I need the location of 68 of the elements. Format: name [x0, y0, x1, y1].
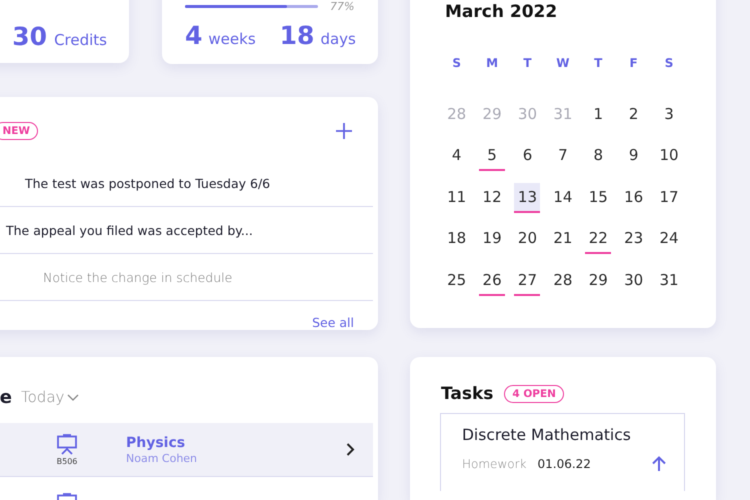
credits-unit: Credits — [54, 31, 107, 49]
notification-text[interactable]: The test was postponed to Tuesday 6/6 — [25, 176, 270, 191]
days-value: 18 — [280, 21, 314, 50]
calendar-day[interactable]: 19 — [479, 224, 506, 254]
calendar-day[interactable]: 28 — [550, 266, 576, 296]
calendar-day[interactable]: 4 — [444, 141, 470, 172]
calendar-day[interactable]: 30 — [620, 266, 647, 296]
teacher-name: Noam Cohen — [126, 452, 198, 465]
weekday-label: T — [522, 55, 533, 72]
calendar-day[interactable]: 11 — [444, 182, 470, 213]
calendar-day[interactable]: 3 — [656, 100, 682, 130]
calendar-day[interactable]: 12 — [479, 182, 506, 213]
calendar-day[interactable]: 27 — [514, 266, 540, 296]
notification-text[interactable]: Notice the change in schedule — [43, 270, 232, 285]
calendar-day[interactable]: 2 — [620, 100, 647, 130]
weekday-label: S — [451, 55, 462, 72]
chevron-down-icon — [67, 394, 80, 401]
weekday-label: W — [555, 55, 570, 72]
tasks-title: Tasks — [441, 384, 494, 404]
calendar-day[interactable]: 6 — [514, 141, 540, 172]
calendar-day[interactable]: 1 — [585, 100, 612, 130]
calendar-day[interactable]: 26 — [479, 266, 506, 296]
calendar-day[interactable]: 24 — [656, 224, 682, 254]
calendar-day[interactable]: 13 — [514, 182, 540, 213]
weekday-label: F — [628, 55, 639, 72]
progress-percent: 77% — [330, 0, 354, 13]
calendar-day[interactable]: 8 — [585, 141, 612, 172]
calendar-day[interactable]: 25 — [444, 266, 470, 296]
lesson-row[interactable]: B506 Physics Noam Cohen — [0, 423, 373, 478]
see-all-link[interactable]: See all — [312, 315, 354, 330]
day-dropdown[interactable]: Today — [21, 388, 80, 406]
weekday-label: T — [593, 55, 604, 72]
calendar-day[interactable]: 20 — [514, 224, 540, 254]
calendar-day[interactable]: 10 — [656, 141, 682, 172]
calendar-day[interactable]: 5 — [479, 141, 506, 172]
weekday-label: S — [664, 55, 674, 72]
weeks-unit: weeks — [208, 30, 256, 48]
calendar-day[interactable]: 7 — [550, 141, 576, 172]
schedule-title: e — [0, 386, 12, 408]
days-unit: days — [320, 30, 356, 48]
calendar-day[interactable]: 9 — [620, 141, 647, 172]
room-label: B506 — [56, 456, 78, 466]
calendar-day[interactable]: 15 — [585, 182, 612, 213]
task-card[interactable]: Discrete Mathematics Homework 01.06.22 — [440, 413, 685, 491]
new-badge: NEW — [0, 122, 38, 140]
month-title: March 2022 — [445, 1, 558, 23]
calendar-day[interactable]: 23 — [620, 224, 647, 254]
calendar-day[interactable]: 31 — [656, 266, 682, 296]
arrow-up-icon — [652, 456, 666, 471]
weekday-label: M — [485, 55, 500, 72]
calendar-day[interactable]: 22 — [585, 224, 612, 254]
weeks-value: 4 — [185, 21, 202, 50]
calendar-day[interactable]: 14 — [550, 182, 576, 213]
task-title: Discrete Mathematics — [462, 426, 632, 444]
easel-icon — [56, 434, 78, 455]
add-icon[interactable] — [336, 122, 352, 139]
lesson-name: Physics — [126, 434, 186, 451]
calendar-day[interactable]: 17 — [656, 182, 682, 213]
credits-value: 30 — [12, 22, 48, 51]
chevron-right-icon — [346, 443, 355, 456]
calendar-day[interactable]: 18 — [444, 224, 470, 254]
open-count-badge: 4 OPEN — [504, 385, 564, 403]
task-date: 01.06.22 — [537, 456, 592, 470]
calendar-day[interactable]: 16 — [620, 182, 647, 213]
task-type: Homework — [462, 456, 526, 470]
calendar-day[interactable]: 29 — [585, 266, 612, 296]
calendar-day[interactable]: 21 — [550, 224, 576, 254]
notification-text[interactable]: The appeal you filed was accepted by... — [6, 222, 253, 238]
